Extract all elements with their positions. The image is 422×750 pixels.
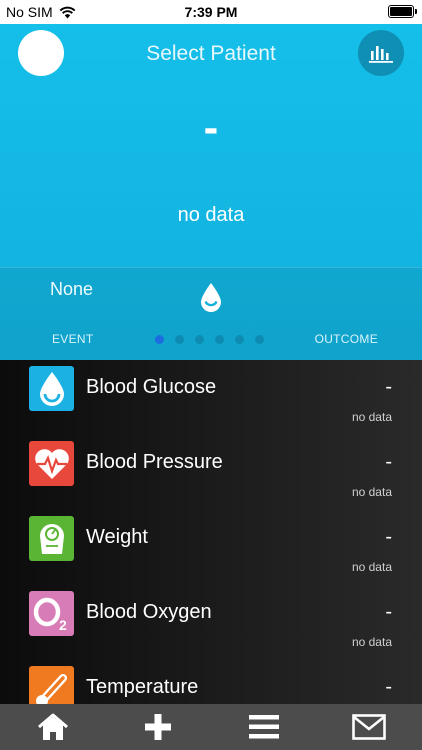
page-dot[interactable] [255,335,264,344]
event-label: EVENT [52,332,94,346]
blood-drop-icon [29,366,74,411]
mail-tab[interactable] [317,704,422,750]
metric-value: - [385,376,392,398]
svg-text:2: 2 [59,617,67,633]
current-value-status: no data [177,204,245,226]
outcome-label: OUTCOME [314,332,378,346]
home-icon [37,713,68,740]
battery-icon [388,5,417,18]
metric-value: - [385,451,392,473]
bar-chart-icon [369,46,393,63]
bottom-tab-bar [0,704,422,750]
list-item[interactable]: Weight - no data [0,510,422,585]
metric-name: Blood Glucose [86,376,217,398]
home-tab[interactable] [0,704,106,750]
page-indicator[interactable] [155,335,264,344]
metric-name: Weight [86,526,148,548]
scale-icon [29,516,74,561]
metric-value: - [385,601,392,623]
patient-summary-header: Select Patient - no data None EVENT OUTC… [0,24,422,360]
metric-name: Blood Oxygen [86,601,212,623]
blood-drop-icon [201,283,221,312]
metric-status: no data [351,410,392,424]
page-dot[interactable] [215,335,224,344]
thermometer-icon [29,666,74,704]
metric-name: Temperature [86,676,199,698]
heart-pulse-icon [29,441,74,486]
page-dot[interactable] [175,335,184,344]
add-icon [145,714,172,740]
list-item[interactable]: Blood Glucose - no data [0,360,422,435]
add-tab[interactable] [106,704,212,750]
status-time: 7:39 PM [184,4,238,20]
page-dot[interactable] [155,335,164,344]
metric-status: no data [351,485,392,499]
event-value[interactable]: None [50,279,93,300]
metric-value: - [385,526,392,548]
menu-icon [248,715,279,739]
metric-status: no data [351,560,392,574]
list-item[interactable]: Temperature - [0,660,422,704]
statistics-button[interactable] [358,30,404,76]
metrics-list: Blood Glucose - no data Blood Pressure -… [0,360,422,704]
metric-value: - [385,676,392,698]
page-dot[interactable] [235,335,244,344]
o2-icon: 2 [29,591,74,636]
menu-tab[interactable] [211,704,317,750]
mail-icon [352,714,387,740]
current-value: - [203,103,219,152]
list-item[interactable]: 2 Blood Oxygen - no data [0,585,422,660]
status-bar: No SIM 7:39 PM [0,0,422,24]
metric-status: no data [351,635,392,649]
page-dot[interactable] [195,335,204,344]
metric-name: Blood Pressure [86,451,223,473]
list-item[interactable]: Blood Pressure - no data [0,435,422,510]
